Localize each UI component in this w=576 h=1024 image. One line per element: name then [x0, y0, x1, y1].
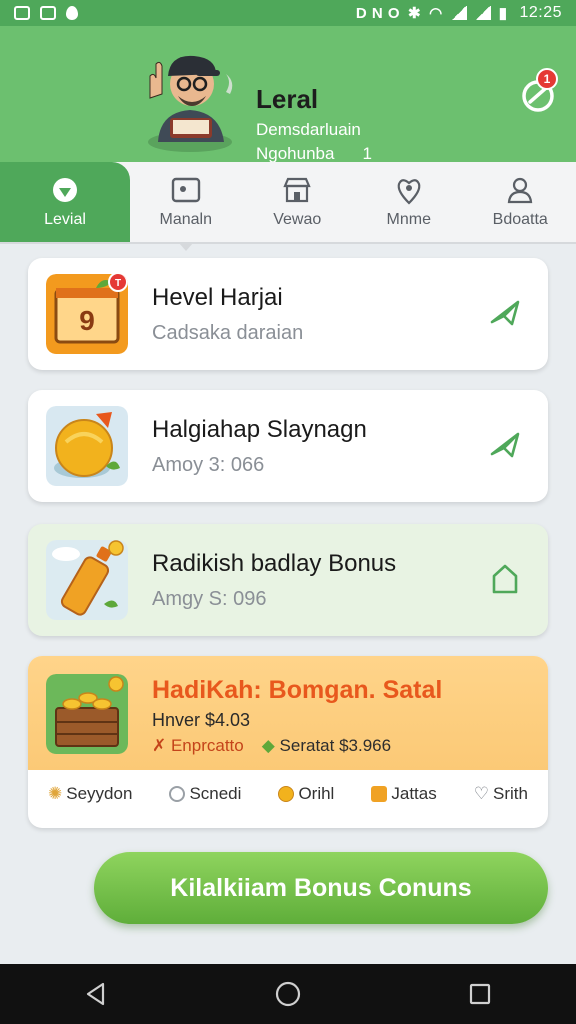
- card-details: ✗ Enprcatto ◆ Seratat $3.966: [152, 736, 391, 756]
- home-circle-icon[interactable]: [268, 974, 308, 1014]
- image-square-icon: [40, 6, 56, 20]
- card-subtitle: Amoy 3: 066: [152, 454, 265, 476]
- tab-mnme[interactable]: Mnme: [353, 162, 465, 242]
- svg-text:9: 9: [79, 305, 95, 336]
- page-title: Leral: [256, 84, 319, 114]
- back-icon[interactable]: [76, 974, 116, 1014]
- footer-item-srith[interactable]: ♡ Srith: [474, 784, 528, 804]
- footer-item-jattas[interactable]: Jattas: [371, 784, 437, 804]
- tab-manaln[interactable]: Manaln: [130, 162, 242, 251]
- heart-icon: ♡: [473, 784, 489, 803]
- coin-icon: [278, 786, 295, 802]
- footer-item-label: Jattas: [391, 784, 437, 803]
- box-icon: [371, 786, 388, 802]
- notification-badge: 1: [536, 68, 558, 90]
- reward-card-2[interactable]: Halgiahap Slaynagn Amoy 3: 066: [28, 390, 548, 502]
- detail-left: ✗ Enprcatto: [152, 736, 244, 756]
- treasure-chest-icon: [46, 674, 128, 754]
- picture-icon: [170, 175, 202, 205]
- send-icon[interactable]: [488, 428, 522, 462]
- card-title: Halgiahap Slaynagn: [152, 416, 367, 443]
- status-time: 12:25: [519, 4, 562, 21]
- detail-left-text: Enprcatto: [170, 736, 244, 755]
- signal-icon: [450, 6, 467, 20]
- detail-right-text: Seratat $3.966: [279, 736, 392, 755]
- detail-right: ◆ Seratat $3.966: [262, 736, 391, 756]
- card-price: Hnver $4.03: [152, 710, 251, 730]
- card-subtitle: Cadsaka daraian: [152, 322, 304, 344]
- header-subtitle: Demsdarluain: [256, 120, 361, 139]
- leaf-icon: ✺: [48, 784, 63, 803]
- leaf-icon: ◆: [261, 736, 280, 755]
- tab-levial[interactable]: Levial: [0, 162, 130, 242]
- status-indicators: D N O: [355, 4, 401, 22]
- card-title: HadiKah: Bomgan. Satal: [152, 676, 443, 704]
- sparkle-icon: ✗: [152, 736, 171, 755]
- system-nav-bar: [0, 964, 576, 1024]
- status-bar: D N O ✱ ◠ ▮ 12:25: [0, 0, 576, 26]
- reward-card-1[interactable]: 9 T Hevel Harjai Cadsaka daraian: [28, 258, 548, 370]
- footer-item-label: Orihl: [298, 784, 335, 803]
- card-badge: T: [115, 278, 121, 289]
- tab-label: Bdoatta: [492, 211, 548, 228]
- send-icon[interactable]: [488, 296, 522, 330]
- footer-item-seyydon[interactable]: ✺ Seyydon: [48, 784, 132, 804]
- profile-header: Leral Demsdarluain Ngohunba 1 1: [0, 26, 576, 164]
- status-left-icons: [14, 6, 78, 20]
- card-subtitle: Amgy S: 096: [152, 588, 267, 610]
- header-count: 1: [362, 144, 372, 163]
- wifi-icon: ◠: [429, 5, 443, 22]
- battery-icon: ▮: [498, 5, 508, 22]
- drop-icon: [66, 6, 78, 20]
- tab-vewao[interactable]: Vewao: [242, 162, 354, 242]
- tab-bar: Levial Manaln Vewao Mnme Bdoatta: [0, 162, 576, 251]
- footer-item-scnedi[interactable]: Scnedi: [169, 784, 241, 804]
- tab-pointer: [178, 243, 193, 251]
- card-title: Hevel Harjai: [152, 284, 283, 311]
- footer-item-label: Seyydon: [66, 784, 133, 803]
- footer-item-orihl[interactable]: Orihl: [278, 784, 334, 804]
- tab-label: Mnme: [386, 211, 431, 228]
- calendar-icon: 9 T: [46, 274, 128, 354]
- circle-icon: [169, 786, 186, 802]
- signal-icon-2: [474, 6, 491, 20]
- reward-card-3[interactable]: Radikish badlay Bonus Amgy S: 096: [28, 524, 548, 636]
- card-title: Radikish badlay Bonus: [152, 550, 397, 577]
- person-icon: [504, 175, 536, 205]
- tab-bdoatta[interactable]: Bdoatta: [465, 162, 576, 242]
- gold-ball-icon: [46, 406, 128, 486]
- footer-item-label: Scnedi: [189, 784, 242, 803]
- notification-square-icon: [14, 6, 30, 20]
- bluetooth-icon: ✱: [408, 5, 422, 22]
- claim-bonus-button[interactable]: Kilalkiiam Bonus Conuns: [94, 852, 548, 924]
- card-footer-row: ✺ Seyydon Scnedi Orihl Jattas ♡ Srith: [48, 784, 528, 804]
- header-subtitle-count: Ngohunba 1: [256, 144, 372, 164]
- header-subtitle-label: Ngohunba: [256, 144, 335, 163]
- status-right: D N O ✱ ◠ ▮ 12:25: [356, 4, 562, 22]
- home-icon[interactable]: [488, 562, 522, 596]
- footer-item-label: Srith: [492, 784, 528, 803]
- tab-label: Vewao: [273, 211, 322, 228]
- reward-card-4[interactable]: HadiKah: Bomgan. Satal Hnver $4.03 ✗ Enp…: [28, 656, 548, 828]
- heart-pin-icon: [393, 175, 425, 205]
- store-icon: [281, 175, 313, 205]
- ticket-icon: [49, 175, 81, 205]
- bottle-icon: [46, 540, 128, 620]
- avatar[interactable]: [140, 42, 240, 152]
- tab-label: Levial: [44, 211, 86, 228]
- recents-icon[interactable]: [460, 974, 500, 1014]
- tab-label: Manaln: [159, 211, 212, 228]
